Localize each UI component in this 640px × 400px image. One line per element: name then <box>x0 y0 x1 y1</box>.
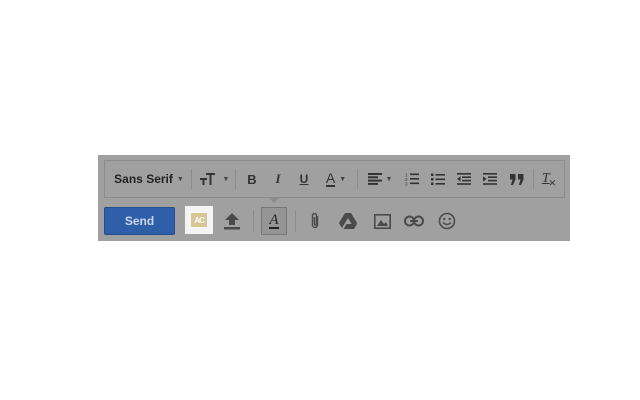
numbered-list-button[interactable]: 1 2 3 <box>401 161 423 197</box>
formatting-toolbar: Sans Serif ▼ ▼ B I U A ▼ ▼ 1 2 3 T ✕ <box>104 160 565 198</box>
insert-photo-button[interactable] <box>368 207 396 235</box>
insert-emoji-button[interactable] <box>433 207 461 235</box>
indent-more-icon <box>483 173 497 185</box>
chevron-down-icon: ▼ <box>222 175 230 183</box>
chevron-down-icon: ▼ <box>176 175 184 183</box>
photo-icon <box>373 213 391 229</box>
send-button[interactable]: Send <box>104 207 175 235</box>
addon-button[interactable]: AC <box>185 206 213 234</box>
text-format-icon: A <box>269 212 279 229</box>
underline-button[interactable]: U <box>293 161 315 197</box>
bold-button[interactable]: B <box>241 161 263 197</box>
smiley-icon <box>438 212 456 230</box>
indent-less-button[interactable] <box>453 161 475 197</box>
svg-text:3: 3 <box>405 182 408 187</box>
clear-formatting-button[interactable]: T ✕ <box>537 161 561 197</box>
indent-less-icon <box>457 173 471 185</box>
italic-icon: I <box>275 171 281 186</box>
formatting-options-toggle[interactable]: A <box>261 207 287 235</box>
toolbar-divider <box>191 169 192 189</box>
toolbar-divider <box>235 169 236 189</box>
toolbar-divider <box>253 210 254 232</box>
chevron-down-icon: ▼ <box>385 175 393 183</box>
bulleted-list-icon <box>431 173 445 185</box>
italic-button[interactable]: I <box>267 161 289 197</box>
indent-more-button[interactable] <box>479 161 501 197</box>
compose-toolbar: Sans Serif ▼ ▼ B I U A ▼ ▼ 1 2 3 T ✕ Sen… <box>98 155 570 241</box>
bulleted-list-button[interactable] <box>427 161 449 197</box>
toolbar-divider <box>295 210 296 232</box>
insert-link-button[interactable] <box>400 207 428 235</box>
upload-button[interactable] <box>218 207 246 235</box>
attach-file-button[interactable] <box>301 207 329 235</box>
close-icon: ✕ <box>548 177 557 188</box>
toolbar-divider <box>357 169 358 189</box>
quote-button[interactable] <box>505 161 529 197</box>
drive-icon <box>339 213 357 229</box>
quote-icon <box>510 173 524 185</box>
align-button[interactable]: ▼ <box>363 161 397 197</box>
toolbar-pointer <box>268 197 280 203</box>
font-family-select[interactable]: Sans Serif ▼ <box>111 161 187 197</box>
font-family-label: Sans Serif <box>114 172 173 186</box>
toolbar-divider <box>533 169 534 189</box>
chevron-down-icon: ▼ <box>339 175 347 183</box>
text-size-icon <box>199 173 215 185</box>
link-icon <box>404 215 424 227</box>
text-color-button[interactable]: A ▼ <box>319 161 353 197</box>
paperclip-icon <box>311 212 319 229</box>
upload-icon <box>224 213 240 230</box>
underline-icon: U <box>299 172 309 186</box>
numbered-list-icon: 1 2 3 <box>405 173 419 187</box>
insert-drive-button[interactable] <box>334 207 362 235</box>
addon-logo-icon: AC <box>191 213 207 227</box>
align-left-icon <box>367 173 382 185</box>
bold-icon: B <box>247 171 257 187</box>
text-color-icon: A <box>325 170 336 187</box>
font-size-button[interactable]: ▼ <box>197 161 231 197</box>
